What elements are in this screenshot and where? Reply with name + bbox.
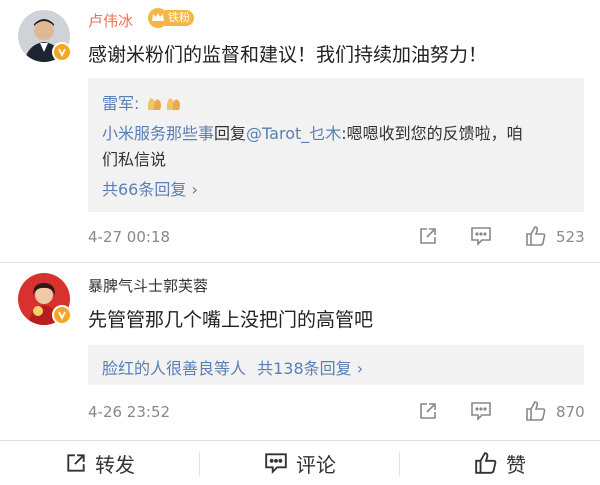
share-icon[interactable] <box>414 397 442 425</box>
mention-link[interactable]: @Tarot_乜木 <box>246 124 341 143</box>
comment-item: 暴脾气斗士郭芙蓉 先管管那几个嘴上没把门的高管吧 脸红的人很善良等人 共138条… <box>0 263 600 440</box>
fan-badge-label: 铁粉 <box>165 10 194 26</box>
share-icon[interactable] <box>414 222 442 250</box>
repost-button[interactable]: 转发 <box>0 441 200 485</box>
timestamp: 4-26 23:52 <box>88 403 171 421</box>
share-icon <box>67 454 85 472</box>
like-label: 赞 <box>506 452 526 477</box>
action-bar: 转发 评论 赞 <box>0 440 600 485</box>
like-button[interactable]: 赞 <box>400 441 600 485</box>
comment-text: 感谢米粉们的监督和建议！我们持续加油努力！ <box>88 44 488 66</box>
comment-icon[interactable] <box>467 222 495 250</box>
like-count: 523 <box>556 228 585 246</box>
comment-label: 评论 <box>296 452 336 477</box>
repost-label: 转发 <box>95 452 135 477</box>
verified-badge-icon <box>52 305 72 325</box>
username[interactable]: 卢伟冰 <box>88 10 133 31</box>
comment-icon[interactable] <box>467 397 495 425</box>
more-replies-link[interactable]: 共66条回复 › <box>102 176 198 200</box>
comment-button[interactable]: 评论 <box>200 441 400 485</box>
timestamp: 4-27 00:18 <box>88 228 171 246</box>
reply-author[interactable]: 雷军: <box>102 94 139 113</box>
reply-preview[interactable]: 雷军: 小米服务那些事回复@Tarot_乜木:嗯嗯收到您的反馈啦，咱 们私信说 … <box>88 78 584 212</box>
username[interactable]: 暴脾气斗士郭芙蓉 <box>88 275 208 296</box>
clap-emoji-icon <box>145 94 183 116</box>
fan-badge: 铁粉 <box>148 8 194 28</box>
verified-badge-icon <box>52 42 72 62</box>
reply-text: :嗯嗯收到您的反馈啦，咱 <box>341 124 523 143</box>
reply-word: 回复 <box>214 124 247 143</box>
comment-text: 先管管那几个嘴上没把门的高管吧 <box>88 309 374 331</box>
reply-author[interactable]: 小米服务那些事 <box>102 124 214 143</box>
reply-text: 们私信说 <box>102 150 167 169</box>
comment-icon <box>265 453 287 474</box>
reply-people[interactable]: 脸红的人很善良等人 <box>102 359 246 378</box>
comment-item: 卢伟冰 铁粉 感谢米粉们的监督和建议！我们持续加油努力！ 雷军: 小米服务那些事… <box>0 0 600 262</box>
more-replies-link[interactable]: 共138条回复 › <box>257 359 363 378</box>
like-count: 870 <box>556 403 585 421</box>
reply-preview[interactable]: 脸红的人很善良等人 共138条回复 › <box>88 345 584 385</box>
like-icon[interactable] <box>522 222 550 250</box>
like-icon[interactable] <box>522 397 550 425</box>
like-icon <box>475 452 497 474</box>
